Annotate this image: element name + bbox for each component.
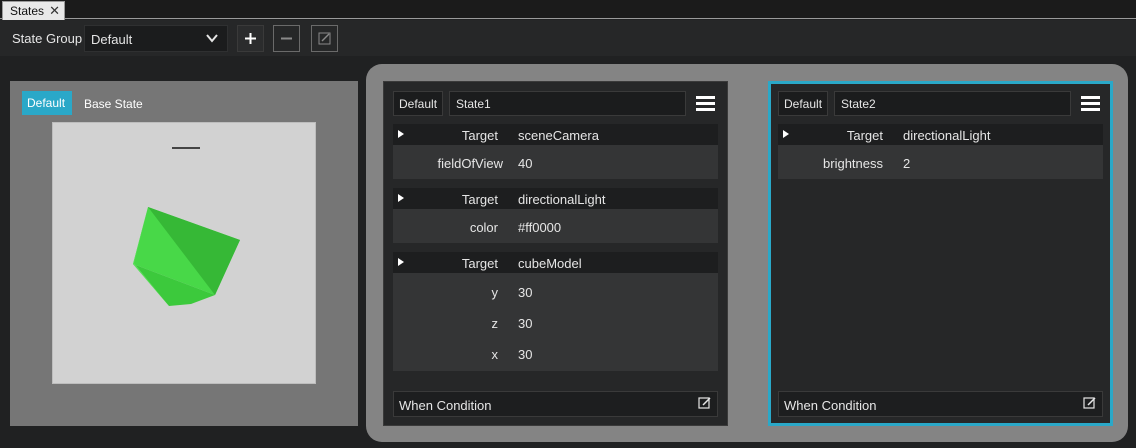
property-key: y <box>491 285 499 300</box>
state-group-select[interactable]: Default <box>84 25 228 52</box>
property-key: fieldOfView <box>437 156 503 171</box>
chevron-down-icon <box>206 34 218 43</box>
base-default-badge[interactable]: Default <box>22 91 72 115</box>
property-value: 30 <box>518 347 533 362</box>
property-key: z <box>491 316 499 331</box>
target-label: Target <box>461 192 498 207</box>
preview-caption-mark <box>172 147 200 149</box>
target-label: Target <box>461 128 498 143</box>
property-value: 30 <box>518 285 533 300</box>
target-value: cubeModel <box>518 256 582 271</box>
property-key: x <box>491 347 499 362</box>
plus-icon <box>245 33 256 44</box>
tab-states[interactable]: States ✕ <box>2 1 65 20</box>
state1-menu-icon[interactable] <box>696 96 715 111</box>
state2-menu-icon[interactable] <box>1081 96 1100 111</box>
scene-preview-canvas <box>133 147 240 306</box>
scene-preview <box>52 122 316 384</box>
target-value: directionalLight <box>903 128 991 143</box>
property-key: brightness <box>823 156 883 171</box>
target-value: directionalLight <box>518 192 606 207</box>
target-label: Target <box>461 256 498 271</box>
remove-state-button[interactable] <box>273 25 300 52</box>
state-group-value: Default <box>91 32 133 47</box>
edit-icon[interactable] <box>1083 396 1097 410</box>
when-condition-label: When Condition <box>784 398 877 413</box>
minus-icon <box>281 37 292 40</box>
state2-default-badge[interactable]: Default <box>778 91 828 116</box>
state2-name-field[interactable]: State2 <box>834 91 1071 116</box>
target-label: Target <box>846 128 883 143</box>
edit-icon <box>318 32 331 45</box>
edit-state-group-button[interactable] <box>311 25 338 52</box>
property-value: #ff0000 <box>518 220 562 235</box>
tab-title: States <box>10 4 45 18</box>
state1-default-badge[interactable]: Default <box>393 91 443 116</box>
property-value: 30 <box>518 316 533 331</box>
property-value: 40 <box>518 156 533 171</box>
property-key: color <box>469 220 498 235</box>
target-value: sceneCamera <box>518 128 599 143</box>
property-value: 2 <box>903 156 911 171</box>
tab-strip <box>0 0 1136 19</box>
base-state-label: Base State <box>84 97 143 111</box>
when-condition-label: When Condition <box>399 398 492 413</box>
state-group-label: State Group <box>12 31 83 46</box>
edit-icon[interactable] <box>698 396 712 410</box>
close-icon[interactable]: ✕ <box>49 3 60 19</box>
add-state-button[interactable] <box>237 25 264 52</box>
state1-name-field[interactable]: State1 <box>449 91 686 116</box>
